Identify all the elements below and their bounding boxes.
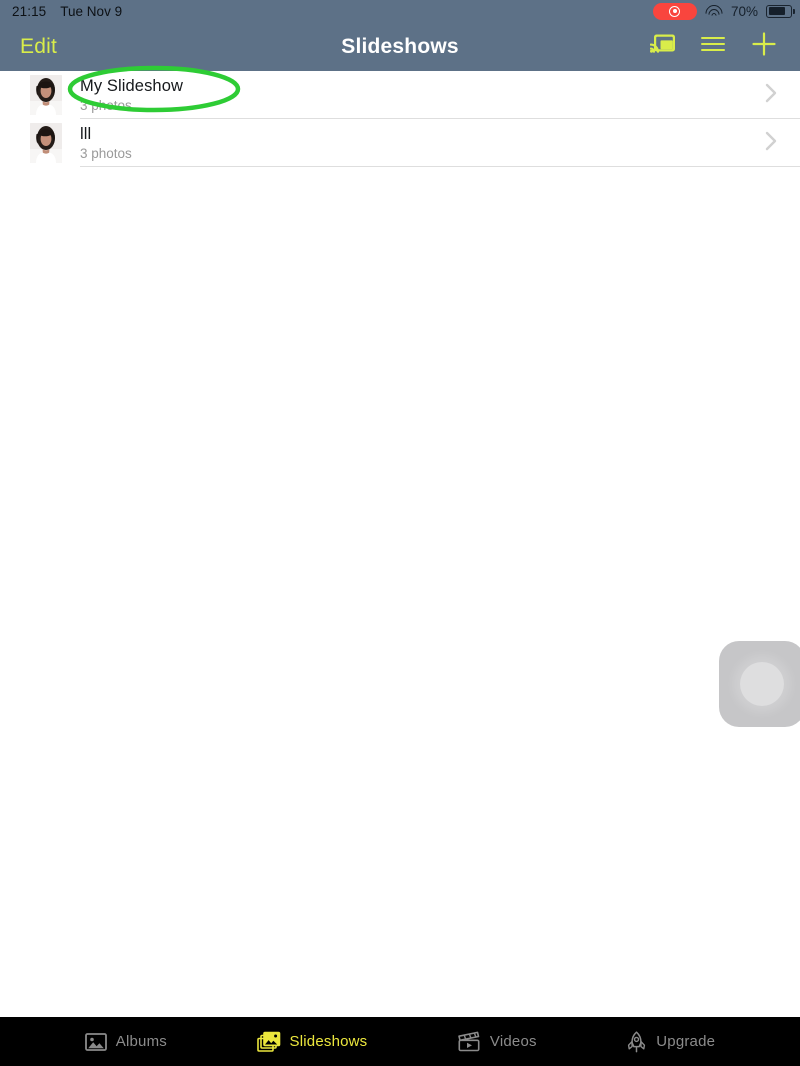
list-item[interactable]: lll 3 photos bbox=[0, 119, 800, 167]
record-circle-icon bbox=[652, 2, 697, 20]
tab-bar: Albums Slideshows Videos Upgrade bbox=[0, 1017, 800, 1066]
battery-icon bbox=[766, 4, 795, 18]
tab-albums-label: Albums bbox=[115, 1033, 167, 1050]
tab-slideshows-label: Slideshows bbox=[289, 1033, 368, 1050]
chevron-right-icon bbox=[764, 130, 778, 157]
plus-icon[interactable] bbox=[750, 30, 778, 63]
portrait-photo-thumbnail bbox=[30, 75, 62, 115]
app-screen: 21:15 Tue Nov 9 70% Edit Slideshows My S… bbox=[0, 0, 800, 1066]
tab-videos[interactable]: Videos bbox=[457, 1031, 537, 1052]
list-item-subtitle: 3 photos bbox=[80, 145, 132, 161]
navigation-bar: Edit Slideshows bbox=[0, 22, 800, 71]
tab-albums[interactable]: Albums bbox=[84, 1032, 167, 1052]
chevron-right-icon bbox=[764, 82, 778, 109]
chromecast-icon[interactable] bbox=[649, 33, 676, 60]
edit-button[interactable]: Edit bbox=[20, 35, 57, 59]
stacked-photos-icon bbox=[256, 1031, 281, 1053]
list-item-texts: lll 3 photos bbox=[80, 125, 764, 162]
clapperboard-icon bbox=[457, 1031, 481, 1052]
status-bar-date: Tue Nov 9 bbox=[60, 3, 123, 19]
assistive-touch-inner bbox=[740, 662, 784, 706]
list-item[interactable]: My Slideshow 3 photos bbox=[0, 71, 800, 119]
status-bar-left: 21:15 Tue Nov 9 bbox=[12, 4, 122, 19]
wifi-icon bbox=[701, 1, 726, 26]
navigation-actions bbox=[649, 30, 778, 63]
list-item-title: lll bbox=[80, 124, 92, 143]
assistive-touch-button[interactable] bbox=[719, 641, 800, 727]
list-item-texts: My Slideshow 3 photos bbox=[80, 77, 764, 114]
tab-videos-label: Videos bbox=[489, 1033, 537, 1050]
list-item-subtitle: 3 photos bbox=[80, 97, 132, 113]
battery-percent-label: 70% bbox=[730, 3, 758, 19]
rocket-icon bbox=[626, 1030, 647, 1053]
portrait-photo-thumbnail bbox=[30, 123, 62, 163]
tab-slideshows[interactable]: Slideshows bbox=[256, 1031, 368, 1053]
list-item-title: My Slideshow bbox=[80, 76, 183, 95]
hamburger-menu-icon[interactable] bbox=[700, 34, 726, 59]
slideshow-list: My Slideshow 3 photos lll 3 photos bbox=[0, 71, 800, 167]
status-bar-right: 70% bbox=[652, 1, 795, 26]
photo-album-icon bbox=[84, 1032, 107, 1052]
record-ring bbox=[669, 5, 681, 17]
status-bar-time: 21:15 bbox=[12, 3, 47, 19]
record-dot bbox=[672, 9, 677, 13]
list-separator bbox=[80, 166, 800, 167]
tab-upgrade[interactable]: Upgrade bbox=[626, 1030, 716, 1053]
status-bar: 21:15 Tue Nov 9 70% bbox=[0, 0, 800, 26]
tab-upgrade-label: Upgrade bbox=[656, 1033, 716, 1050]
